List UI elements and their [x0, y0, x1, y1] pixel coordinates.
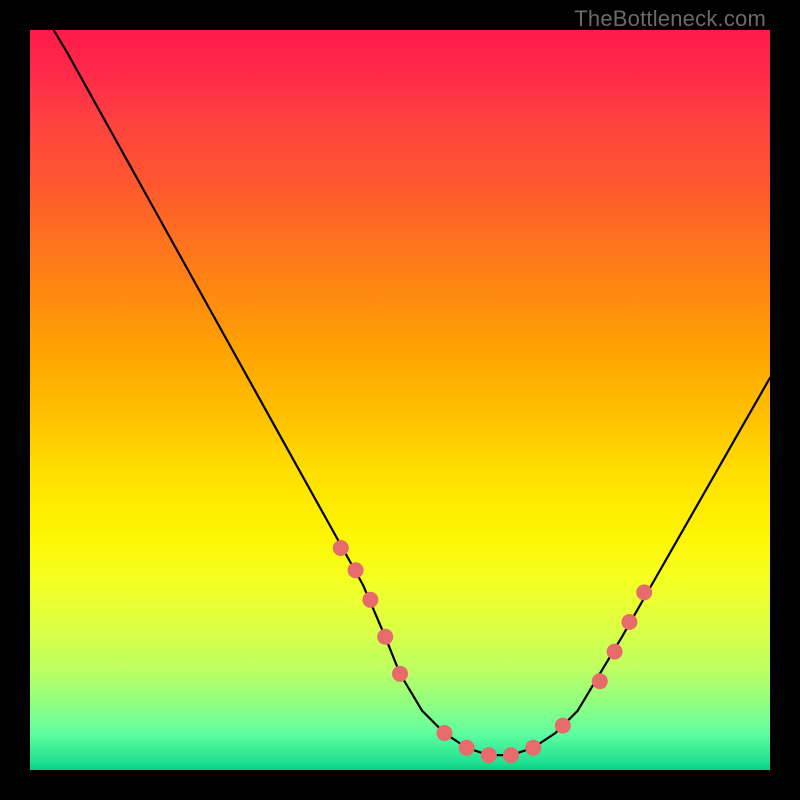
marker-dot	[592, 673, 608, 689]
marker-dot	[621, 614, 637, 630]
bottleneck-curve	[45, 30, 770, 755]
curve-layer	[30, 30, 770, 770]
marker-dot	[459, 740, 475, 756]
marker-dot	[377, 629, 393, 645]
marker-dot	[481, 747, 497, 763]
marker-dot	[607, 644, 623, 660]
marker-dot	[333, 540, 349, 556]
marker-dot	[362, 592, 378, 608]
marker-dot	[636, 584, 652, 600]
marker-dot	[348, 562, 364, 578]
chart-container: TheBottleneck.com	[0, 0, 800, 800]
marker-dot	[436, 725, 452, 741]
marker-group	[333, 540, 652, 763]
marker-dot	[503, 747, 519, 763]
marker-dot	[525, 740, 541, 756]
plot-area	[30, 30, 770, 770]
watermark-text: TheBottleneck.com	[574, 6, 766, 32]
marker-dot	[555, 718, 571, 734]
marker-dot	[392, 666, 408, 682]
